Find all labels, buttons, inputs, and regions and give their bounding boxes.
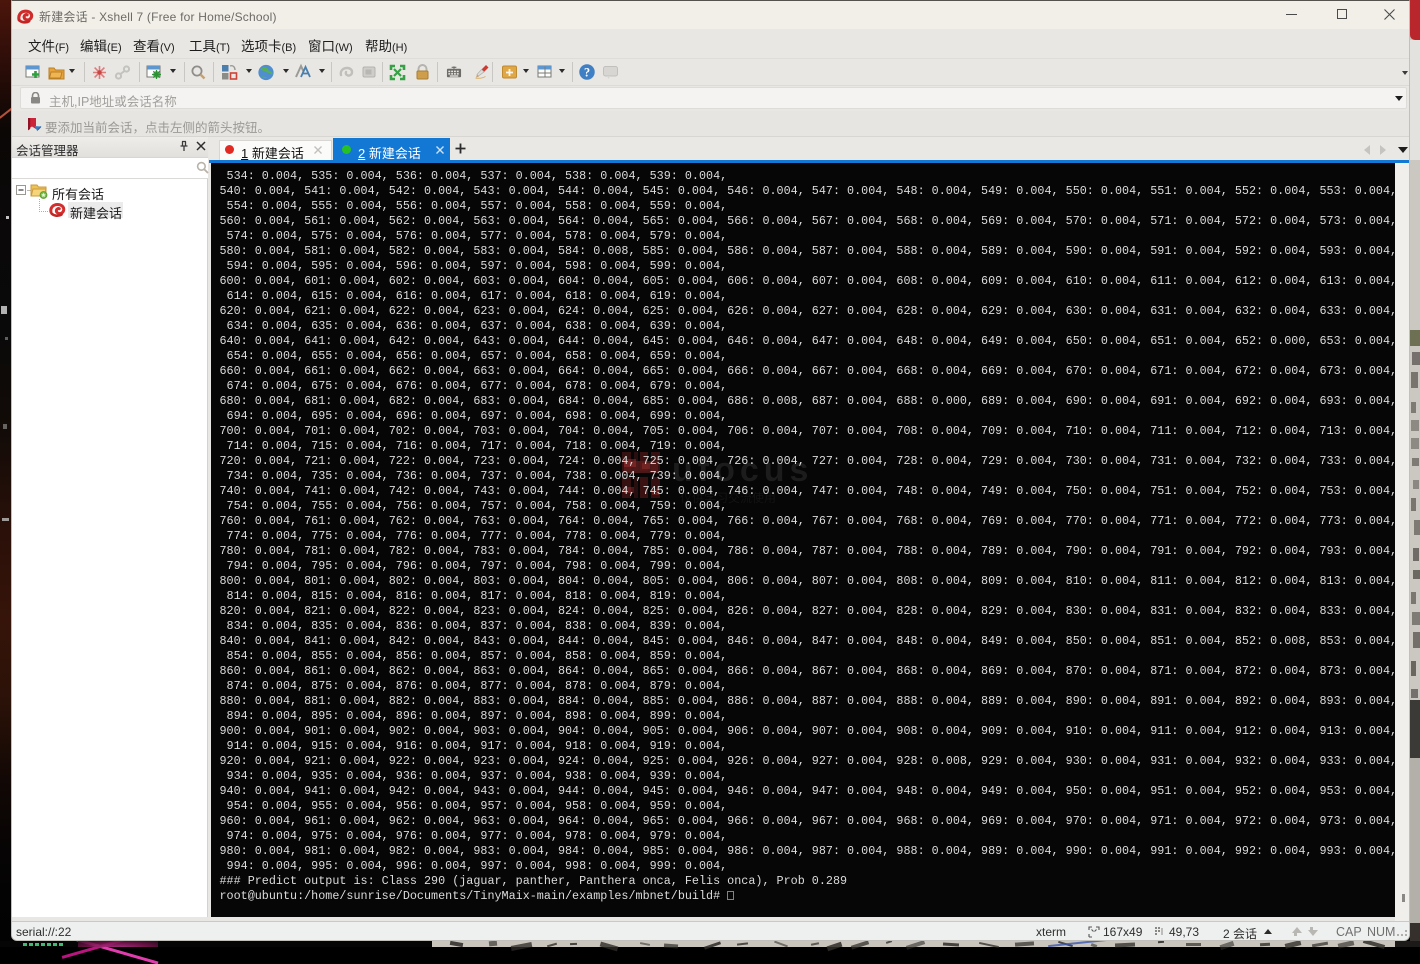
- svg-text:?: ?: [584, 65, 590, 79]
